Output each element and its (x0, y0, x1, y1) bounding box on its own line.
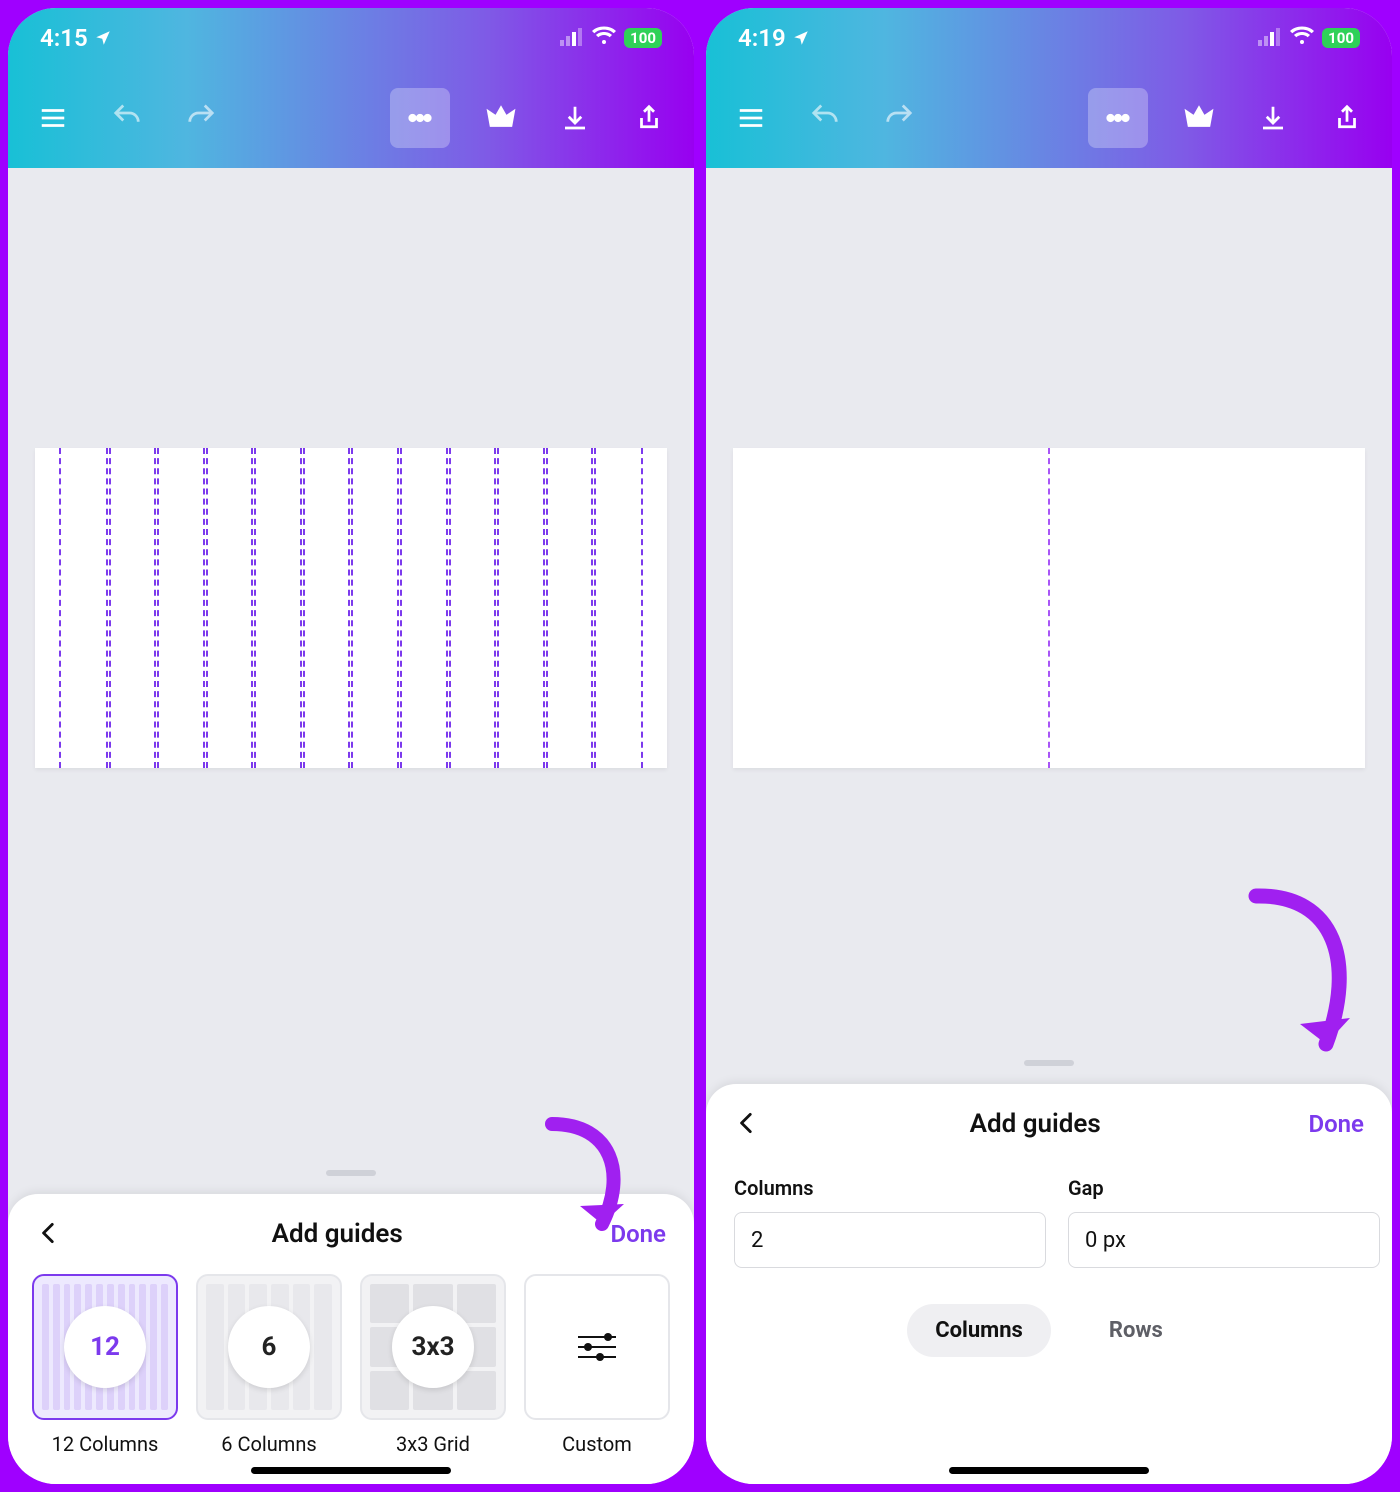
option-label: 6 Columns (221, 1432, 316, 1456)
sheet-grab-handle[interactable] (1024, 1060, 1074, 1066)
more-button[interactable] (1088, 88, 1148, 148)
option-label: 12 Columns (52, 1432, 159, 1456)
columns-input[interactable] (734, 1212, 1046, 1268)
home-indicator[interactable] (949, 1467, 1149, 1474)
done-button[interactable]: Done (610, 1220, 666, 1248)
tab-columns[interactable]: Columns (907, 1304, 1051, 1357)
status-time: 4:15 (40, 24, 112, 52)
design-canvas[interactable] (35, 448, 666, 768)
signal-icon (560, 26, 584, 50)
premium-crown-button[interactable] (478, 95, 524, 141)
home-indicator[interactable] (251, 1467, 451, 1474)
option-custom[interactable]: Custom (524, 1274, 670, 1456)
location-icon (792, 29, 810, 47)
add-guides-sheet: Add guides Done 12 12 Columns 6 6 Column… (8, 1194, 694, 1484)
sheet-title: Add guides (272, 1219, 403, 1249)
gap-input[interactable] (1068, 1212, 1380, 1268)
guide-line (1048, 448, 1050, 768)
download-button[interactable] (1250, 95, 1296, 141)
custom-guides-form: Columns Gap Margin (706, 1164, 1392, 1296)
wifi-icon (592, 26, 616, 50)
undo-button[interactable] (802, 95, 848, 141)
sheet-grab-handle[interactable] (326, 1170, 376, 1176)
gap-label: Gap (1068, 1176, 1380, 1200)
back-button[interactable] (36, 1220, 64, 1248)
share-button[interactable] (626, 95, 672, 141)
menu-button[interactable] (728, 95, 774, 141)
location-icon (94, 29, 112, 47)
signal-icon (1258, 26, 1282, 50)
redo-button[interactable] (178, 95, 224, 141)
share-button[interactable] (1324, 95, 1370, 141)
option-12-columns[interactable]: 12 12 Columns (32, 1274, 178, 1456)
status-time: 4:19 (738, 24, 810, 52)
battery-badge: 100 (624, 28, 662, 48)
status-bar: 4:19 100 (706, 8, 1392, 68)
guide-preset-options: 12 12 Columns 6 6 Columns 3x3 3x3 Grid C… (8, 1274, 694, 1476)
columns-rows-tabs: Columns Rows (706, 1296, 1392, 1383)
option-3x3-grid[interactable]: 3x3 3x3 Grid (360, 1274, 506, 1456)
option-label: 3x3 Grid (396, 1432, 470, 1456)
redo-button[interactable] (876, 95, 922, 141)
undo-button[interactable] (104, 95, 150, 141)
more-button[interactable] (390, 88, 450, 148)
columns-label: Columns (734, 1176, 1046, 1200)
download-button[interactable] (552, 95, 598, 141)
wifi-icon (1290, 26, 1314, 50)
menu-button[interactable] (30, 95, 76, 141)
time-text: 4:19 (738, 24, 786, 52)
option-label: Custom (562, 1432, 632, 1456)
phone-left: 4:15 100 (8, 8, 694, 1484)
status-bar: 4:15 100 (8, 8, 694, 68)
option-6-columns[interactable]: 6 6 Columns (196, 1274, 342, 1456)
phone-right: 4:19 100 Ad (706, 8, 1392, 1484)
tab-rows[interactable]: Rows (1081, 1304, 1191, 1357)
done-button[interactable]: Done (1308, 1110, 1364, 1138)
time-text: 4:15 (40, 24, 88, 52)
design-canvas[interactable] (733, 448, 1364, 768)
battery-badge: 100 (1322, 28, 1360, 48)
sheet-title: Add guides (970, 1109, 1101, 1139)
back-button[interactable] (734, 1110, 762, 1138)
premium-crown-button[interactable] (1176, 95, 1222, 141)
add-guides-custom-sheet: Add guides Done Columns Gap Margin Colum… (706, 1084, 1392, 1484)
